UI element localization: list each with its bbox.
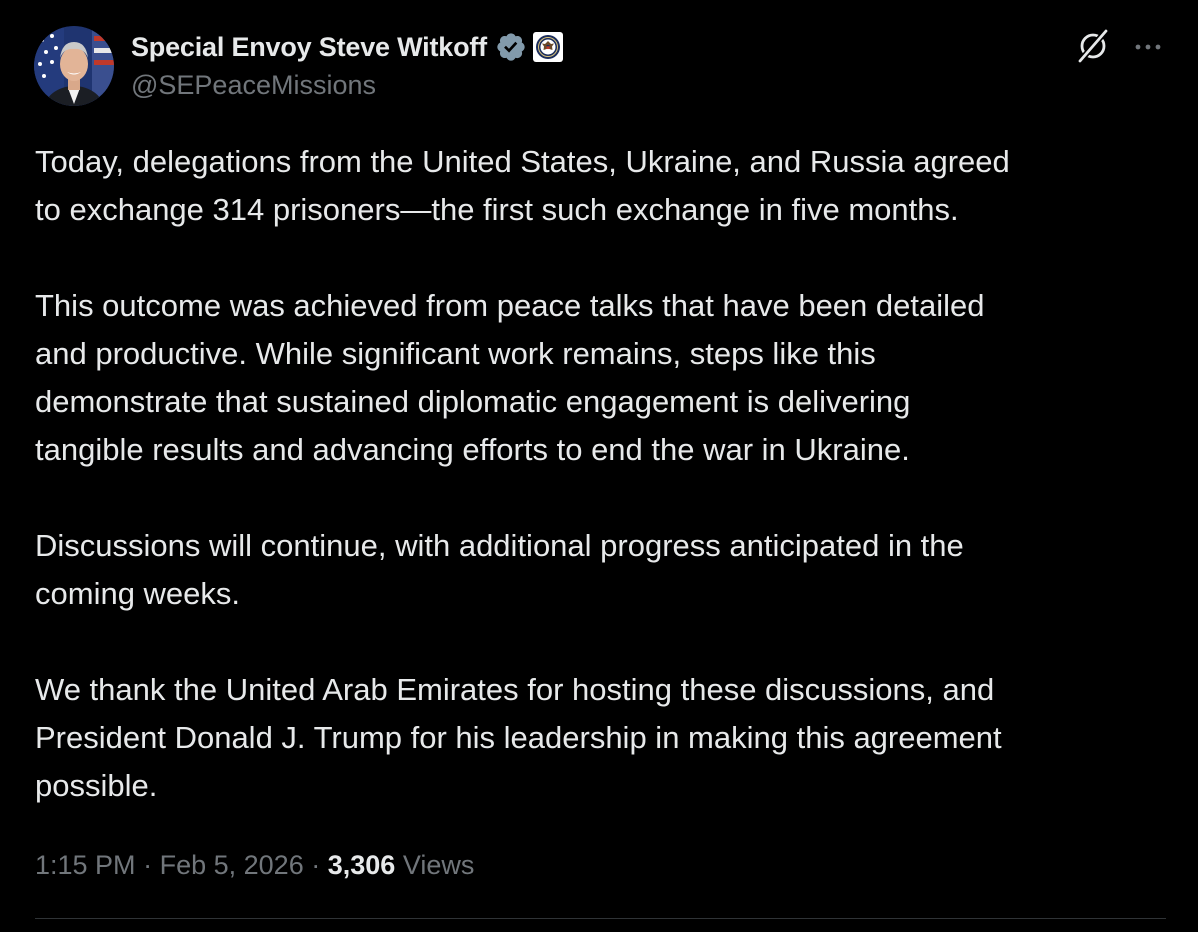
seal-icon-graphic	[535, 35, 560, 59]
post-paragraph: We thank the United Arab Emirates for ho…	[35, 672, 1002, 803]
post: Special Envoy Steve Witkoff @SEPeaceMiss…	[0, 0, 1198, 932]
avatar-image	[34, 26, 114, 106]
more-icon[interactable]	[1130, 32, 1166, 62]
grok-icon[interactable]	[1074, 27, 1112, 65]
post-paragraph: This outcome was achieved from peace tal…	[35, 288, 985, 467]
post-metadata: 1:15 PM · Feb 5, 2026 · 3,306 Views	[35, 845, 474, 885]
post-paragraph: Today, delegations from the United State…	[35, 144, 1010, 227]
divider	[35, 918, 1166, 919]
verified-badge-icon[interactable]	[495, 31, 527, 63]
views-label: Views	[402, 850, 475, 880]
post-date[interactable]: Feb 5, 2026	[160, 850, 304, 880]
seal-icon[interactable]	[532, 32, 563, 62]
meta-separator: ·	[311, 850, 321, 880]
author-display-name[interactable]: Special Envoy Steve Witkoff	[131, 32, 487, 63]
post-time[interactable]: 1:15 PM	[35, 850, 136, 880]
author-name-line: Special Envoy Steve Witkoff	[131, 28, 563, 66]
avatar[interactable]	[34, 26, 114, 106]
post-paragraph: Discussions will continue, with addition…	[35, 528, 964, 611]
meta-separator: ·	[143, 850, 153, 880]
post-text: Today, delegations from the United State…	[35, 138, 1165, 810]
author-handle[interactable]: @SEPeaceMissions	[131, 70, 376, 101]
views-count: 3,306	[327, 850, 396, 880]
